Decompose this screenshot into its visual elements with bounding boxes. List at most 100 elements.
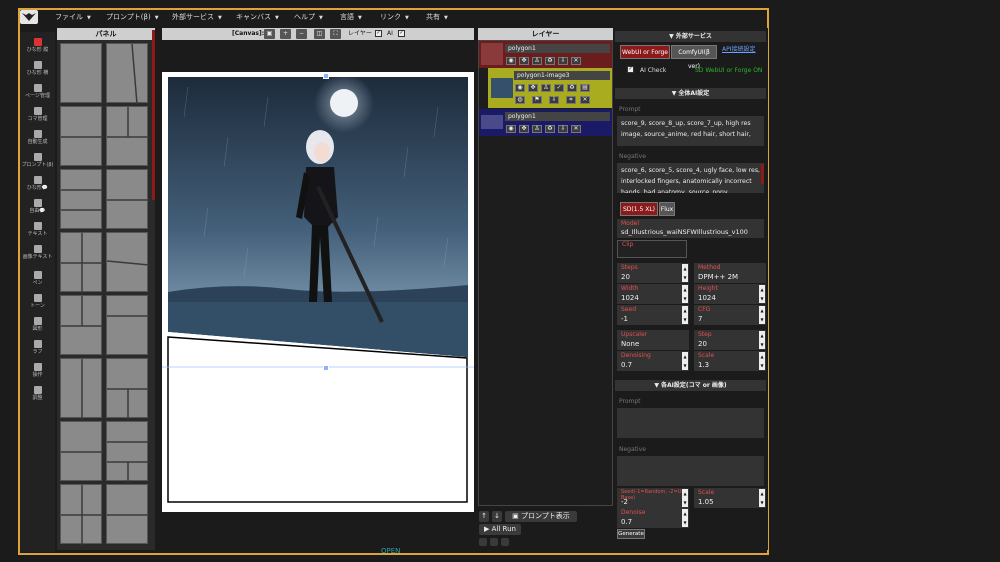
move-icon[interactable]: ✥ <box>528 84 538 92</box>
download-icon[interactable]: ⇩ <box>558 57 568 65</box>
close-icon[interactable]: ✕ <box>571 57 581 65</box>
global-negative-textarea[interactable]: score_6, score_5, score_4, ugly face, lo… <box>617 163 764 193</box>
tool-template-horizontal[interactable]: ひな形 横 <box>20 61 55 76</box>
upscaler-field[interactable]: Upscaler None <box>617 330 689 350</box>
recycle-icon[interactable]: ♻ <box>545 125 555 133</box>
height-field[interactable]: Height 1024 ▲ ▼ <box>694 284 766 304</box>
eye-icon[interactable]: ◉ <box>506 125 516 133</box>
method-field[interactable]: Method DPM++ 2M <box>694 263 766 283</box>
ai-checkbox[interactable]: ✓ <box>398 30 405 37</box>
recycle-icon[interactable]: ♻ <box>567 84 577 92</box>
person-icon[interactable]: ♙ <box>532 57 542 65</box>
tool-adjust[interactable]: 調整 <box>20 386 55 401</box>
panel-template-thumb[interactable] <box>106 421 149 482</box>
sd-button[interactable]: SD(1.5 XL) <box>620 202 658 216</box>
tool-template-vertical[interactable]: ひな形 縦 <box>20 38 55 53</box>
cfg-field[interactable]: CFG 7 ▲ ▼ <box>694 305 766 325</box>
global-ai-header[interactable]: ▼ 全体AI設定 <box>615 88 766 99</box>
all-run-button[interactable]: ▶ All Run <box>479 524 521 535</box>
ai-check-checkbox[interactable]: ✓ <box>627 66 634 73</box>
seed-field[interactable]: Seed -1 ▲ ▼ <box>617 305 689 325</box>
resize-handle-top[interactable] <box>323 73 329 79</box>
layer-item[interactable]: polygon1 ◉ ✥ ♙ ♻ ⇩ ✕ <box>479 109 612 136</box>
layer-up-button[interactable]: ↑ <box>479 511 489 522</box>
tool-prompt[interactable]: プロンプト(β) <box>20 153 55 168</box>
layer-item[interactable]: polygon1 ◉ ✥ ♙ ♻ ⇩ ✕ <box>479 41 612 68</box>
panel-template-thumb[interactable] <box>106 358 149 419</box>
file-icon[interactable]: ▤ <box>580 84 590 92</box>
denoising-field[interactable]: Denoising 0.7 ▲ ▼ <box>617 351 689 371</box>
panel-template-thumb[interactable] <box>106 169 149 229</box>
tool-shape[interactable]: 図形 <box>20 317 55 332</box>
tool-free-bubble[interactable]: 自由💬 <box>20 199 55 214</box>
resize-handle-bottom[interactable] <box>323 365 329 371</box>
webui-button[interactable]: WebUI or Forge <box>620 45 670 59</box>
layer-down-button[interactable]: ↓ <box>492 511 502 522</box>
each-scale-field[interactable]: Scale 1.05 ▲ ▼ <box>694 488 766 508</box>
flux-button[interactable]: Flux <box>659 202 675 216</box>
panel-template-thumb[interactable] <box>106 484 149 544</box>
global-prompt-textarea[interactable]: score_9, score_8_up, score_7_up, high re… <box>617 116 764 146</box>
external-service-header[interactable]: ▼ 外部サービス <box>615 31 766 42</box>
move-icon[interactable]: ✥ <box>519 57 529 65</box>
panel-template-thumb[interactable] <box>60 43 102 103</box>
person-icon[interactable]: ♙ <box>541 84 551 92</box>
each-seed-field[interactable]: Seed(-1=Random, -2=Use Base) -2 ▲ ▼ <box>617 488 689 508</box>
tool-pen[interactable]: ペン <box>20 271 55 286</box>
panel-template-thumb[interactable] <box>106 43 148 105</box>
tool-image-text[interactable]: 画像テキスト <box>20 245 55 260</box>
panel-scrollbar[interactable] <box>152 30 155 200</box>
each-ai-header[interactable]: ▼ 各AI設定(コマ or 画像) <box>615 380 766 391</box>
clip-field[interactable]: Clip <box>617 240 687 258</box>
panel-template-thumb[interactable] <box>60 358 102 419</box>
panel-template-thumb[interactable] <box>106 232 150 292</box>
eye-icon[interactable]: ◉ <box>506 57 516 65</box>
tool-template-bubble[interactable]: ひな形💬 <box>20 176 55 191</box>
each-prompt-textarea[interactable] <box>617 408 764 438</box>
crop-icon[interactable]: ⌗ <box>566 96 576 104</box>
panel-template-thumb[interactable] <box>60 484 103 545</box>
tool-panel-manage[interactable]: コマ管理 <box>20 107 55 122</box>
prompt-show-button[interactable]: ▣ プロンプト表示 <box>505 511 577 522</box>
expand-icon[interactable] <box>501 538 509 546</box>
move-icon[interactable]: ✥ <box>519 125 529 133</box>
layer-item-selected[interactable]: polygon1-image3 ◉ ✥ ♙ ✓ ♻ ▤ ◍ ⚑ ⇩ ⌗ ✕ <box>488 68 612 108</box>
close-icon[interactable]: ✕ <box>580 96 590 104</box>
download-icon[interactable]: ⇩ <box>549 96 559 104</box>
tool-auto-generate[interactable]: 自動生成 <box>20 130 55 145</box>
close-icon[interactable]: ✕ <box>571 125 581 133</box>
negative-scrollbar[interactable] <box>761 164 764 184</box>
each-denoise-field[interactable]: Denoise 0.7 ▲ ▼ <box>617 508 689 528</box>
zoom-out-icon[interactable]: − <box>296 29 307 39</box>
panel-template-thumb[interactable] <box>106 295 149 355</box>
panel-template-thumb[interactable] <box>60 232 103 293</box>
palette-icon[interactable]: ◍ <box>515 96 525 104</box>
scale-field[interactable]: Scale 1.3 ▲ ▼ <box>694 351 766 371</box>
flag-icon[interactable]: ⚑ <box>532 96 542 104</box>
save-icon[interactable]: ▣ <box>264 29 275 39</box>
width-field[interactable]: Width 1024 ▲ ▼ <box>617 284 689 304</box>
tool-text[interactable]: テキスト <box>20 222 55 237</box>
eye-icon[interactable]: ◉ <box>515 84 525 92</box>
comfyui-button[interactable]: ComfyUI(β ver) <box>671 45 717 70</box>
redo-icon[interactable] <box>490 538 498 546</box>
tool-tone[interactable]: トーン <box>20 294 55 309</box>
fullscreen-icon[interactable]: ⛶ <box>330 29 341 39</box>
tool-operate[interactable]: 操作 <box>20 363 55 378</box>
steps-field[interactable]: Steps 20 ▲ ▼ <box>617 263 689 283</box>
tool-page-manage[interactable]: ページ管理 <box>20 84 55 99</box>
fit-icon[interactable]: ◫ <box>314 29 325 39</box>
person-icon[interactable]: ♙ <box>532 125 542 133</box>
tool-rough[interactable]: ラフ <box>20 340 55 355</box>
panel-template-thumb[interactable] <box>60 295 103 355</box>
download-icon[interactable]: ⇩ <box>558 125 568 133</box>
panel-template-thumb[interactable] <box>60 106 103 166</box>
check-icon[interactable]: ✓ <box>554 84 564 92</box>
recycle-icon[interactable]: ♻ <box>545 57 555 65</box>
zoom-in-icon[interactable]: + <box>280 29 291 39</box>
undo-icon[interactable] <box>479 538 487 546</box>
panel-template-thumb[interactable] <box>60 421 103 481</box>
upscale-step-field[interactable]: Step 20 ▲ ▼ <box>694 330 766 350</box>
panel-template-thumb[interactable] <box>60 169 103 229</box>
model-field[interactable]: Model sd_Illustrious_waiNSFWIllustrious_… <box>617 219 764 238</box>
